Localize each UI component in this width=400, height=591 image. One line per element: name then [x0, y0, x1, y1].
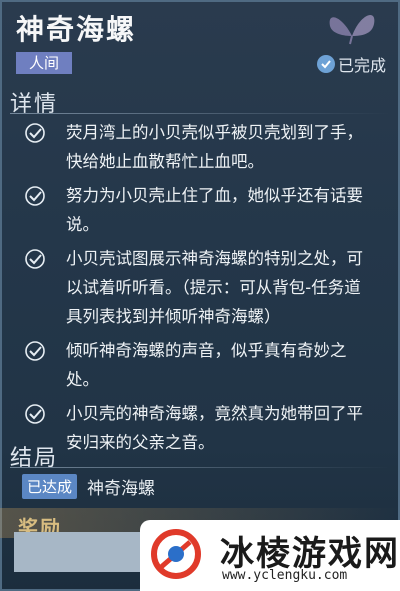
quest-title: 神奇海螺 [16, 13, 137, 46]
task-text: 倾听神奇海螺的声音，似乎真有奇妙之处。 [66, 341, 347, 389]
quest-status-label: 已完成 [337, 56, 386, 75]
quest-status: 已完成 [316, 52, 386, 76]
ending-row: 已达成 神奇海螺 [22, 474, 155, 499]
quest-category-tag: 人间 [16, 52, 72, 74]
task-text: 努力为小贝壳止住了血，她似乎还有话要说。 [66, 186, 363, 234]
task-item: 努力为小贝壳止住了血，她似乎还有话要说。 [24, 181, 374, 239]
task-text: 小贝壳试图展示神奇海螺的特别之处，可以试着听听看。（提示：可从背包-任务道具列表… [66, 249, 363, 326]
ending-achieved-badge: 已达成 [22, 474, 78, 499]
ending-name: 神奇海螺 [87, 479, 156, 499]
check-circle-icon [25, 404, 45, 424]
task-item: 小贝壳试图展示神奇海螺的特别之处，可以试着听听看。（提示：可从背包-任务道具列表… [24, 244, 374, 331]
task-item: 倾听神奇海螺的声音，似乎真有奇妙之处。 [24, 336, 374, 394]
task-item: 荧月湾上的小贝壳似乎被贝壳划到了手，快给她止血散帮忙止血吧。 [24, 118, 374, 176]
site-logo-icon [151, 529, 201, 579]
ending-divider [10, 467, 390, 468]
task-list: 荧月湾上的小贝壳似乎被贝壳划到了手，快给她止血散帮忙止血吧。 努力为小贝壳止住了… [24, 118, 374, 462]
butterfly-emblem-icon [329, 14, 375, 45]
watermark-url: www.yclengku.com [222, 568, 348, 583]
check-circle-icon [25, 341, 45, 361]
check-circle-icon [25, 123, 45, 143]
watermark: 冰棱游戏网 www.yclengku.com [140, 520, 400, 591]
check-circle-icon [316, 55, 335, 73]
reward-action-button[interactable] [14, 532, 154, 572]
details-divider [10, 113, 390, 114]
check-circle-icon [25, 249, 45, 269]
task-text: 荧月湾上的小贝壳似乎被贝壳划到了手，快给她止血散帮忙止血吧。 [66, 123, 363, 171]
task-item: 小贝壳的神奇海螺，竟然真为她带回了平安归来的父亲之音。 [24, 399, 374, 457]
task-text: 小贝壳的神奇海螺，竟然真为她带回了平安归来的父亲之音。 [66, 404, 363, 452]
check-circle-icon [25, 186, 45, 206]
